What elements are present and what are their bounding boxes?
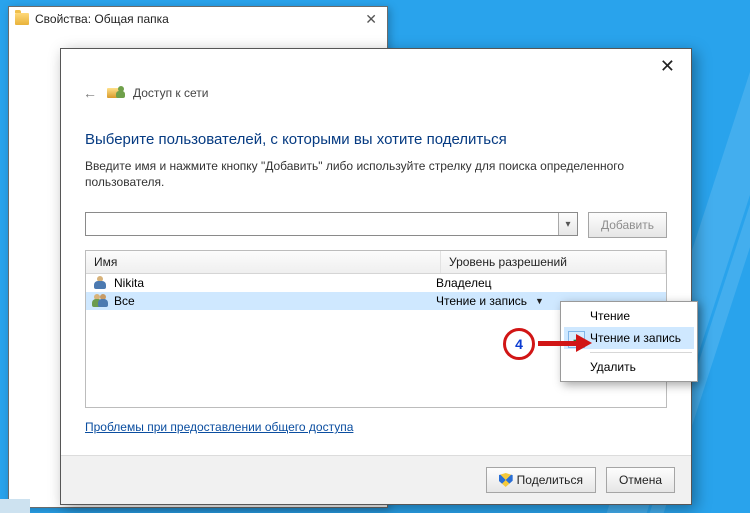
share-button[interactable]: Поделиться: [486, 467, 596, 493]
close-icon[interactable]: ✕: [654, 55, 681, 77]
column-header-permission[interactable]: Уровень разрешений: [441, 251, 666, 273]
properties-titlebar: Свойства: Общая папка ✕: [9, 7, 387, 31]
user-combo[interactable]: ▾: [85, 212, 578, 236]
properties-title: Свойства: Общая папка: [35, 12, 169, 26]
permission-label: Чтение и запись: [436, 294, 527, 308]
chevron-down-icon[interactable]: ▾: [558, 213, 577, 235]
menu-item-label: Чтение и запись: [590, 331, 681, 345]
menu-item-delete[interactable]: Удалить: [564, 356, 694, 378]
taskbar: [0, 499, 30, 513]
add-button[interactable]: Добавить: [588, 212, 667, 238]
user-icon: [92, 276, 108, 290]
annotation-arrow-icon: [538, 339, 592, 347]
menu-item-label: Чтение: [590, 309, 630, 323]
user-name: Все: [114, 294, 135, 308]
page-heading: Выберите пользователей, с которыми вы хо…: [85, 131, 667, 148]
cancel-button[interactable]: Отмена: [606, 467, 675, 493]
back-arrow-icon: ←: [83, 85, 97, 101]
user-input[interactable]: [86, 213, 558, 235]
annotation-badge: 4: [503, 328, 535, 360]
folder-icon: [15, 13, 29, 25]
dialog-footer: Поделиться Отмена: [61, 455, 691, 504]
breadcrumb: ← Доступ к сети: [61, 85, 691, 103]
instructions-text: Введите имя и нажмите кнопку "Добавить" …: [85, 158, 645, 190]
breadcrumb-label: Доступ к сети: [133, 86, 208, 100]
menu-item-label: Удалить: [590, 360, 636, 374]
column-header-name[interactable]: Имя: [86, 251, 441, 273]
close-icon[interactable]: ✕: [361, 11, 381, 28]
menu-separator: [590, 352, 692, 353]
network-share-icon: [107, 85, 125, 101]
chevron-down-icon: ▼: [535, 296, 544, 306]
share-titlebar: ✕: [61, 49, 691, 85]
uac-shield-icon: [499, 473, 513, 487]
menu-item[interactable]: Чтение: [564, 305, 694, 327]
share-button-label: Поделиться: [517, 473, 583, 487]
permission-cell: Владелец: [430, 276, 666, 290]
troubleshoot-link[interactable]: Проблемы при предоставлении общего досту…: [85, 420, 353, 434]
user-name: Nikita: [114, 276, 144, 290]
permission-label: Владелец: [436, 276, 492, 290]
share-dialog: ✕ ← Доступ к сети Выберите пользователей…: [60, 48, 692, 505]
group-icon: [92, 294, 108, 308]
table-row[interactable]: Nikita Владелец: [86, 274, 666, 292]
